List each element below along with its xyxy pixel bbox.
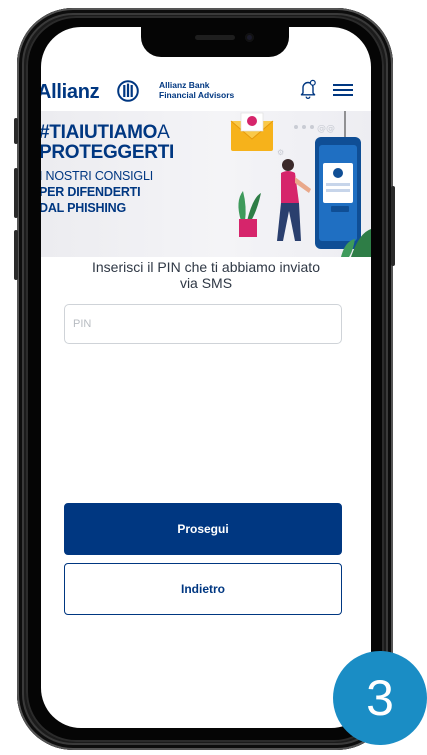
speaker-grille bbox=[195, 35, 235, 40]
bank-name-line2: Financial Advisors bbox=[159, 89, 235, 100]
front-camera bbox=[245, 33, 254, 42]
step-number-badge: 3 bbox=[333, 651, 427, 745]
phishing-awareness-banner[interactable]: #TIAIUTIAMOA PROTEGGERTI I NOSTRI CONSIG… bbox=[41, 111, 371, 257]
continue-button[interactable]: Prosegui bbox=[64, 503, 342, 555]
svg-text:@@: @@ bbox=[317, 124, 335, 134]
banner-hashtag-aiutiamo: AIUTIAMO bbox=[65, 122, 158, 143]
banner-line-phishing: DAL PHISHING bbox=[41, 201, 126, 215]
banner-line-difenderti: PER DIFENDERTI bbox=[41, 185, 141, 199]
hamburger-menu-icon[interactable] bbox=[332, 82, 354, 98]
pin-instruction-line1: Inserisci il PIN che ti abbiamo inviato bbox=[92, 259, 320, 275]
banner-hashtag: #TIAIUTIAMOA bbox=[41, 123, 174, 143]
banner-line-proteggerti: PROTEGGERTI bbox=[41, 142, 174, 163]
svg-text:⚙: ⚙ bbox=[277, 148, 284, 157]
banner-hashtag-ti: #TI bbox=[41, 122, 66, 143]
plant-illustration-icon bbox=[238, 191, 261, 237]
smartphone-illustration-icon bbox=[315, 137, 361, 249]
back-button[interactable]: Indietro bbox=[64, 563, 342, 615]
phone-notch bbox=[141, 27, 289, 57]
banner-text: #TIAIUTIAMOA PROTEGGERTI I NOSTRI CONSIG… bbox=[41, 123, 174, 216]
phone-side-button bbox=[14, 118, 18, 144]
pin-instruction-line2: via SMS bbox=[179, 275, 233, 291]
person-illustration-icon bbox=[277, 159, 311, 241]
allianz-logo-text[interactable]: Allianz bbox=[41, 81, 100, 104]
app-header: Allianz Allianz Bank Financial Advisors bbox=[41, 73, 371, 109]
phone-volume-up-button bbox=[14, 168, 18, 218]
envelope-icon bbox=[230, 112, 274, 151]
phone-power-button bbox=[391, 186, 395, 266]
phishing-illustration: @@ ⚙ bbox=[230, 111, 371, 257]
pin-instruction-text: Inserisci il PIN che ti abbiamo inviato … bbox=[41, 259, 371, 291]
phone-screen: Allianz Allianz Bank Financial Advisors … bbox=[41, 27, 371, 728]
phone-volume-down-button bbox=[14, 230, 18, 280]
banner-line-consigli: I NOSTRI CONSIGLI bbox=[41, 169, 153, 183]
bank-name: Allianz Bank Financial Advisors bbox=[159, 80, 235, 100]
allianz-logo-icon[interactable] bbox=[117, 80, 139, 102]
banner-hashtag-a: A bbox=[157, 122, 170, 143]
notification-bell-icon[interactable] bbox=[298, 78, 318, 100]
pin-input[interactable] bbox=[64, 304, 342, 344]
